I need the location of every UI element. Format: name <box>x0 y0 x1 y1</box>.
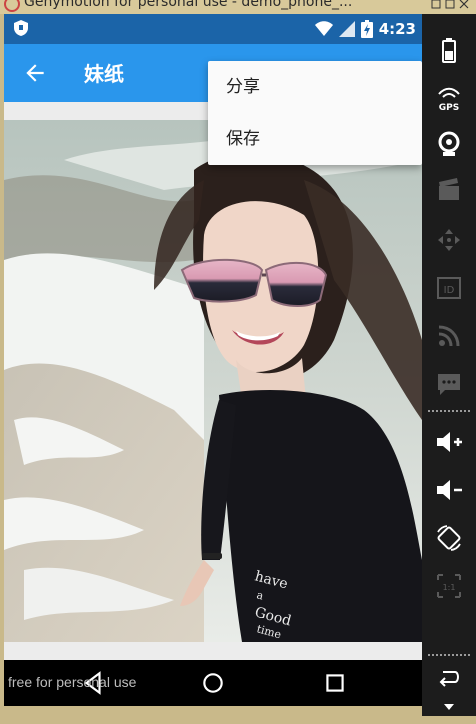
window-controls-icon[interactable] <box>430 0 470 10</box>
photo-image[interactable]: have a Good time <box>4 120 422 642</box>
window-titlebar: Genymotion for personal use - demo_phone… <box>0 0 476 14</box>
back-arrow-icon[interactable] <box>435 664 463 692</box>
menu-down-icon[interactable] <box>435 696 463 724</box>
clapper-icon[interactable] <box>435 176 463 204</box>
id-label: ID <box>444 285 455 296</box>
signal-icon <box>338 21 355 37</box>
home-circle-icon[interactable] <box>200 670 226 696</box>
watermark-text: free for personal use <box>8 674 137 690</box>
volume-up-icon[interactable] <box>435 428 463 456</box>
scale-label: 1:1 <box>443 583 456 592</box>
recents-square-icon[interactable] <box>322 670 348 696</box>
id-icon[interactable]: ID <box>435 274 463 302</box>
webcam-icon[interactable] <box>435 130 463 158</box>
menu-item-save[interactable]: 保存 <box>208 113 422 165</box>
battery-icon[interactable] <box>435 36 463 64</box>
battery-icon <box>360 20 373 38</box>
status-bar: 4:23 <box>4 14 422 44</box>
status-time: 4:23 <box>378 20 416 38</box>
genymotion-logo-icon <box>4 0 20 12</box>
menu-item-share[interactable]: 分享 <box>208 61 422 113</box>
status-icons: 4:23 <box>314 18 416 40</box>
shield-icon <box>14 20 28 36</box>
toolbar-divider <box>428 654 470 656</box>
sms-icon[interactable] <box>435 370 463 398</box>
page-title: 妹纸 <box>84 62 124 86</box>
rss-icon[interactable] <box>435 322 463 350</box>
wifi-icon <box>314 21 333 36</box>
dpad-icon[interactable] <box>435 226 463 254</box>
scale-icon[interactable]: 1:1 <box>435 572 463 600</box>
volume-down-icon[interactable] <box>435 476 463 504</box>
gps-icon[interactable]: GPS <box>435 84 463 112</box>
emulator-toolbar: GPS ID 1:1 <box>422 14 476 716</box>
gps-label: GPS <box>439 103 459 112</box>
overflow-menu: 分享 保存 <box>208 61 422 165</box>
rotate-icon[interactable] <box>435 524 463 552</box>
toolbar-divider <box>428 410 470 412</box>
arrow-left-icon[interactable] <box>22 60 48 86</box>
window-title: Genymotion for personal use - demo_phone… <box>24 0 353 10</box>
device-screen: 4:23 妹纸 have a Good time 分享 保存 <box>4 14 422 706</box>
